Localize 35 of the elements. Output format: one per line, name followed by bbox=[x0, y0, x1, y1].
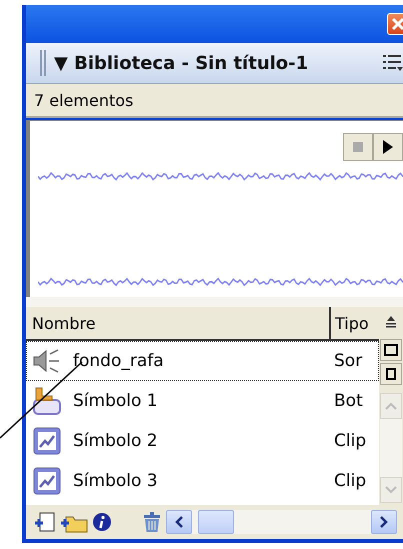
item-name: Símbolo 2 bbox=[72, 431, 159, 451]
item-type: Bot bbox=[334, 391, 364, 411]
close-button[interactable] bbox=[387, 13, 403, 35]
panel-title[interactable]: ▼ Biblioteca - Sin título-1 bbox=[54, 52, 375, 74]
column-header[interactable]: Nombre bbox=[26, 307, 331, 339]
library-item[interactable]: Símbolo 2 Clip bbox=[26, 421, 379, 461]
item-name: fondo_rafa bbox=[72, 351, 165, 371]
item-type: Sor bbox=[334, 351, 364, 371]
sort-icon[interactable] bbox=[384, 315, 398, 329]
scroll-thumb[interactable] bbox=[198, 510, 234, 534]
window-icon bbox=[384, 344, 398, 356]
stop-icon bbox=[353, 142, 363, 152]
library-item[interactable]: Símbolo 3 Clip bbox=[26, 461, 379, 501]
item-type: Clip bbox=[334, 431, 368, 451]
library-item[interactable]: Símbolo 1 Bot bbox=[26, 381, 379, 421]
horizontal-scrollbar[interactable] bbox=[166, 510, 397, 534]
narrow-view-button[interactable] bbox=[380, 363, 402, 385]
play-icon bbox=[383, 140, 393, 154]
trash-icon[interactable] bbox=[142, 511, 162, 533]
menu-icon[interactable] bbox=[383, 54, 403, 72]
scroll-left-button[interactable] bbox=[166, 510, 192, 534]
close-icon bbox=[391, 17, 403, 31]
item-name: Símbolo 3 bbox=[72, 471, 159, 491]
window-icon bbox=[386, 368, 396, 380]
library-item[interactable]: fondo_rafa Sor bbox=[26, 341, 379, 381]
column-header[interactable]: Tipo bbox=[331, 307, 379, 339]
scroll-right-button[interactable] bbox=[371, 510, 397, 534]
item-type: Clip bbox=[334, 471, 368, 491]
wide-view-button[interactable] bbox=[380, 339, 402, 361]
new-symbol-icon[interactable] bbox=[34, 511, 56, 533]
item-count: 7 elementos bbox=[34, 90, 134, 110]
item-name: Símbolo 1 bbox=[72, 391, 159, 411]
info-icon[interactable] bbox=[92, 512, 112, 532]
grip-icon[interactable] bbox=[40, 50, 46, 76]
play-button[interactable] bbox=[373, 133, 403, 161]
